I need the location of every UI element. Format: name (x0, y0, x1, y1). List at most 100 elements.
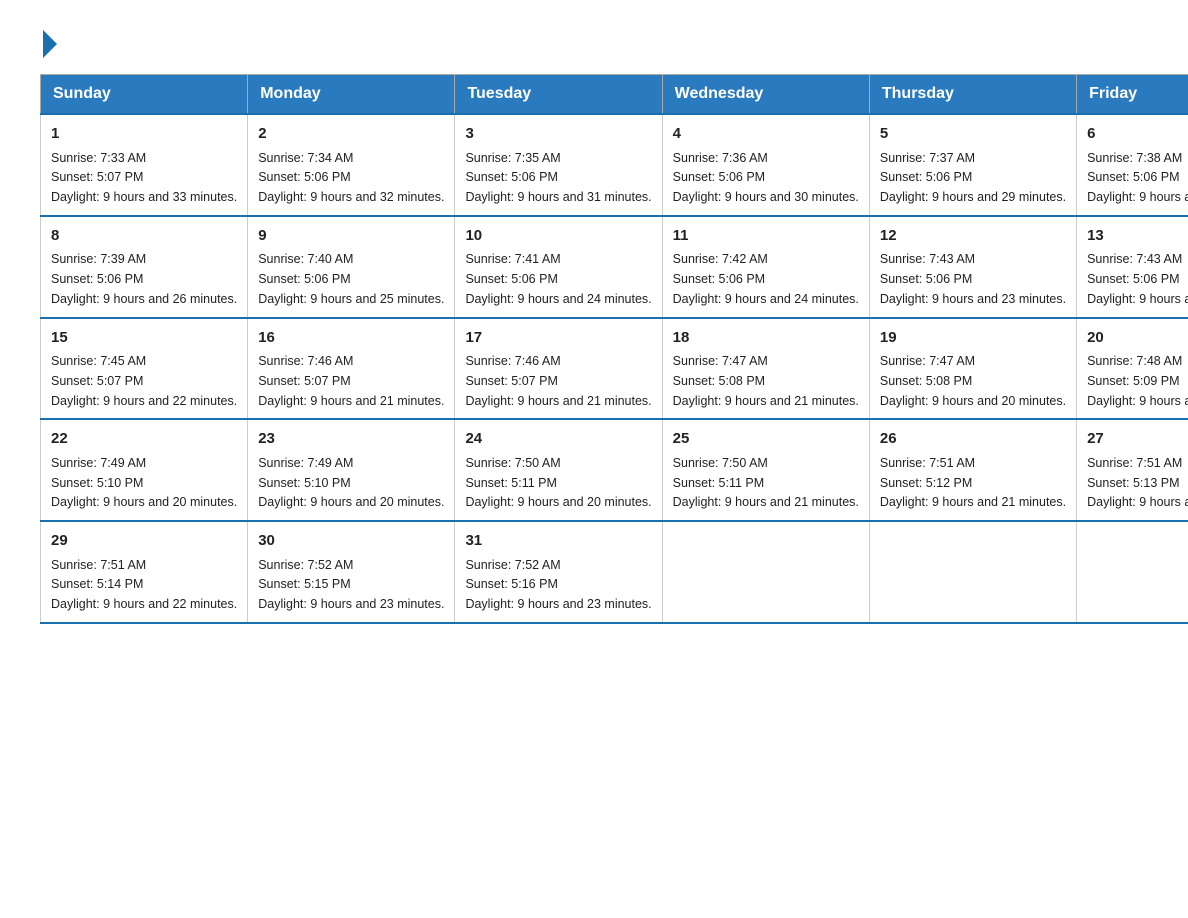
day-number: 8 (51, 225, 237, 248)
day-number: 13 (1087, 225, 1188, 248)
week-row-3: 15 Sunrise: 7:45 AM Sunset: 5:07 PM Dayl… (41, 318, 1188, 420)
sunrise-info: Sunrise: 7:51 AM (880, 456, 975, 470)
day-number: 5 (880, 123, 1066, 146)
sunset-info: Sunset: 5:06 PM (880, 170, 972, 184)
sunrise-info: Sunrise: 7:37 AM (880, 151, 975, 165)
day-number: 15 (51, 327, 237, 350)
week-row-4: 22 Sunrise: 7:49 AM Sunset: 5:10 PM Dayl… (41, 419, 1188, 521)
day-number: 19 (880, 327, 1066, 350)
day-cell: 20 Sunrise: 7:48 AM Sunset: 5:09 PM Dayl… (1077, 318, 1188, 420)
daylight-info: Daylight: 9 hours and 20 minutes. (880, 394, 1066, 408)
header-cell-friday: Friday (1077, 75, 1188, 115)
day-cell: 3 Sunrise: 7:35 AM Sunset: 5:06 PM Dayli… (455, 114, 662, 216)
day-number: 9 (258, 225, 444, 248)
sunrise-info: Sunrise: 7:45 AM (51, 354, 146, 368)
calendar-table: SundayMondayTuesdayWednesdayThursdayFrid… (40, 74, 1188, 624)
sunset-info: Sunset: 5:09 PM (1087, 374, 1179, 388)
week-row-5: 29 Sunrise: 7:51 AM Sunset: 5:14 PM Dayl… (41, 521, 1188, 623)
header-cell-thursday: Thursday (869, 75, 1076, 115)
daylight-info: Daylight: 9 hours and 21 minutes. (465, 394, 651, 408)
sunrise-info: Sunrise: 7:49 AM (51, 456, 146, 470)
day-cell: 18 Sunrise: 7:47 AM Sunset: 5:08 PM Dayl… (662, 318, 869, 420)
sunrise-info: Sunrise: 7:50 AM (465, 456, 560, 470)
sunrise-info: Sunrise: 7:33 AM (51, 151, 146, 165)
day-cell: 6 Sunrise: 7:38 AM Sunset: 5:06 PM Dayli… (1077, 114, 1188, 216)
day-number: 2 (258, 123, 444, 146)
sunrise-info: Sunrise: 7:36 AM (673, 151, 768, 165)
page-header (40, 30, 1148, 54)
day-number: 31 (465, 530, 651, 553)
sunset-info: Sunset: 5:13 PM (1087, 476, 1179, 490)
day-cell: 12 Sunrise: 7:43 AM Sunset: 5:06 PM Dayl… (869, 216, 1076, 318)
sunset-info: Sunset: 5:11 PM (673, 476, 765, 490)
daylight-info: Daylight: 9 hours and 21 minutes. (673, 394, 859, 408)
day-cell: 23 Sunrise: 7:49 AM Sunset: 5:10 PM Dayl… (248, 419, 455, 521)
day-cell: 22 Sunrise: 7:49 AM Sunset: 5:10 PM Dayl… (41, 419, 248, 521)
sunrise-info: Sunrise: 7:51 AM (1087, 456, 1182, 470)
sunset-info: Sunset: 5:06 PM (673, 272, 765, 286)
daylight-info: Daylight: 9 hours and 23 minutes. (465, 597, 651, 611)
daylight-info: Daylight: 9 hours and 30 minutes. (673, 190, 859, 204)
header-cell-wednesday: Wednesday (662, 75, 869, 115)
day-cell: 13 Sunrise: 7:43 AM Sunset: 5:06 PM Dayl… (1077, 216, 1188, 318)
daylight-info: Daylight: 9 hours and 24 minutes. (465, 292, 651, 306)
daylight-info: Daylight: 9 hours and 21 minutes. (258, 394, 444, 408)
sunrise-info: Sunrise: 7:39 AM (51, 252, 146, 266)
daylight-info: Daylight: 9 hours and 33 minutes. (51, 190, 237, 204)
sunset-info: Sunset: 5:07 PM (51, 374, 143, 388)
day-number: 16 (258, 327, 444, 350)
logo (40, 30, 57, 54)
sunset-info: Sunset: 5:12 PM (880, 476, 972, 490)
day-number: 29 (51, 530, 237, 553)
sunrise-info: Sunrise: 7:46 AM (465, 354, 560, 368)
day-number: 17 (465, 327, 651, 350)
header-cell-sunday: Sunday (41, 75, 248, 115)
day-cell: 11 Sunrise: 7:42 AM Sunset: 5:06 PM Dayl… (662, 216, 869, 318)
day-number: 10 (465, 225, 651, 248)
sunset-info: Sunset: 5:07 PM (465, 374, 557, 388)
daylight-info: Daylight: 9 hours and 21 minutes. (673, 495, 859, 509)
day-number: 22 (51, 428, 237, 451)
day-cell: 2 Sunrise: 7:34 AM Sunset: 5:06 PM Dayli… (248, 114, 455, 216)
sunset-info: Sunset: 5:06 PM (51, 272, 143, 286)
sunrise-info: Sunrise: 7:47 AM (880, 354, 975, 368)
day-number: 26 (880, 428, 1066, 451)
sunrise-info: Sunrise: 7:38 AM (1087, 151, 1182, 165)
sunset-info: Sunset: 5:10 PM (258, 476, 350, 490)
day-cell: 5 Sunrise: 7:37 AM Sunset: 5:06 PM Dayli… (869, 114, 1076, 216)
sunrise-info: Sunrise: 7:51 AM (51, 558, 146, 572)
daylight-info: Daylight: 9 hours and 21 minutes. (880, 495, 1066, 509)
day-cell: 15 Sunrise: 7:45 AM Sunset: 5:07 PM Dayl… (41, 318, 248, 420)
sunrise-info: Sunrise: 7:50 AM (673, 456, 768, 470)
daylight-info: Daylight: 9 hours and 22 minutes. (51, 394, 237, 408)
sunset-info: Sunset: 5:16 PM (465, 577, 557, 591)
day-cell: 29 Sunrise: 7:51 AM Sunset: 5:14 PM Dayl… (41, 521, 248, 623)
daylight-info: Daylight: 9 hours and 23 minutes. (258, 597, 444, 611)
day-number: 6 (1087, 123, 1188, 146)
sunrise-info: Sunrise: 7:35 AM (465, 151, 560, 165)
week-row-2: 8 Sunrise: 7:39 AM Sunset: 5:06 PM Dayli… (41, 216, 1188, 318)
sunrise-info: Sunrise: 7:48 AM (1087, 354, 1182, 368)
sunset-info: Sunset: 5:07 PM (258, 374, 350, 388)
day-number: 20 (1087, 327, 1188, 350)
sunrise-info: Sunrise: 7:52 AM (465, 558, 560, 572)
sunrise-info: Sunrise: 7:41 AM (465, 252, 560, 266)
sunset-info: Sunset: 5:08 PM (880, 374, 972, 388)
day-cell: 4 Sunrise: 7:36 AM Sunset: 5:06 PM Dayli… (662, 114, 869, 216)
day-cell: 25 Sunrise: 7:50 AM Sunset: 5:11 PM Dayl… (662, 419, 869, 521)
sunset-info: Sunset: 5:11 PM (465, 476, 557, 490)
day-number: 12 (880, 225, 1066, 248)
sunset-info: Sunset: 5:10 PM (51, 476, 143, 490)
day-cell (1077, 521, 1188, 623)
calendar-body: 1 Sunrise: 7:33 AM Sunset: 5:07 PM Dayli… (41, 114, 1188, 623)
sunrise-info: Sunrise: 7:46 AM (258, 354, 353, 368)
day-cell: 24 Sunrise: 7:50 AM Sunset: 5:11 PM Dayl… (455, 419, 662, 521)
sunrise-info: Sunrise: 7:42 AM (673, 252, 768, 266)
header-row: SundayMondayTuesdayWednesdayThursdayFrid… (41, 75, 1188, 115)
daylight-info: Daylight: 9 hours and 29 minutes. (880, 190, 1066, 204)
day-number: 4 (673, 123, 859, 146)
day-cell: 16 Sunrise: 7:46 AM Sunset: 5:07 PM Dayl… (248, 318, 455, 420)
day-cell: 10 Sunrise: 7:41 AM Sunset: 5:06 PM Dayl… (455, 216, 662, 318)
daylight-info: Daylight: 9 hours and 28 minutes. (1087, 190, 1188, 204)
daylight-info: Daylight: 9 hours and 26 minutes. (51, 292, 237, 306)
